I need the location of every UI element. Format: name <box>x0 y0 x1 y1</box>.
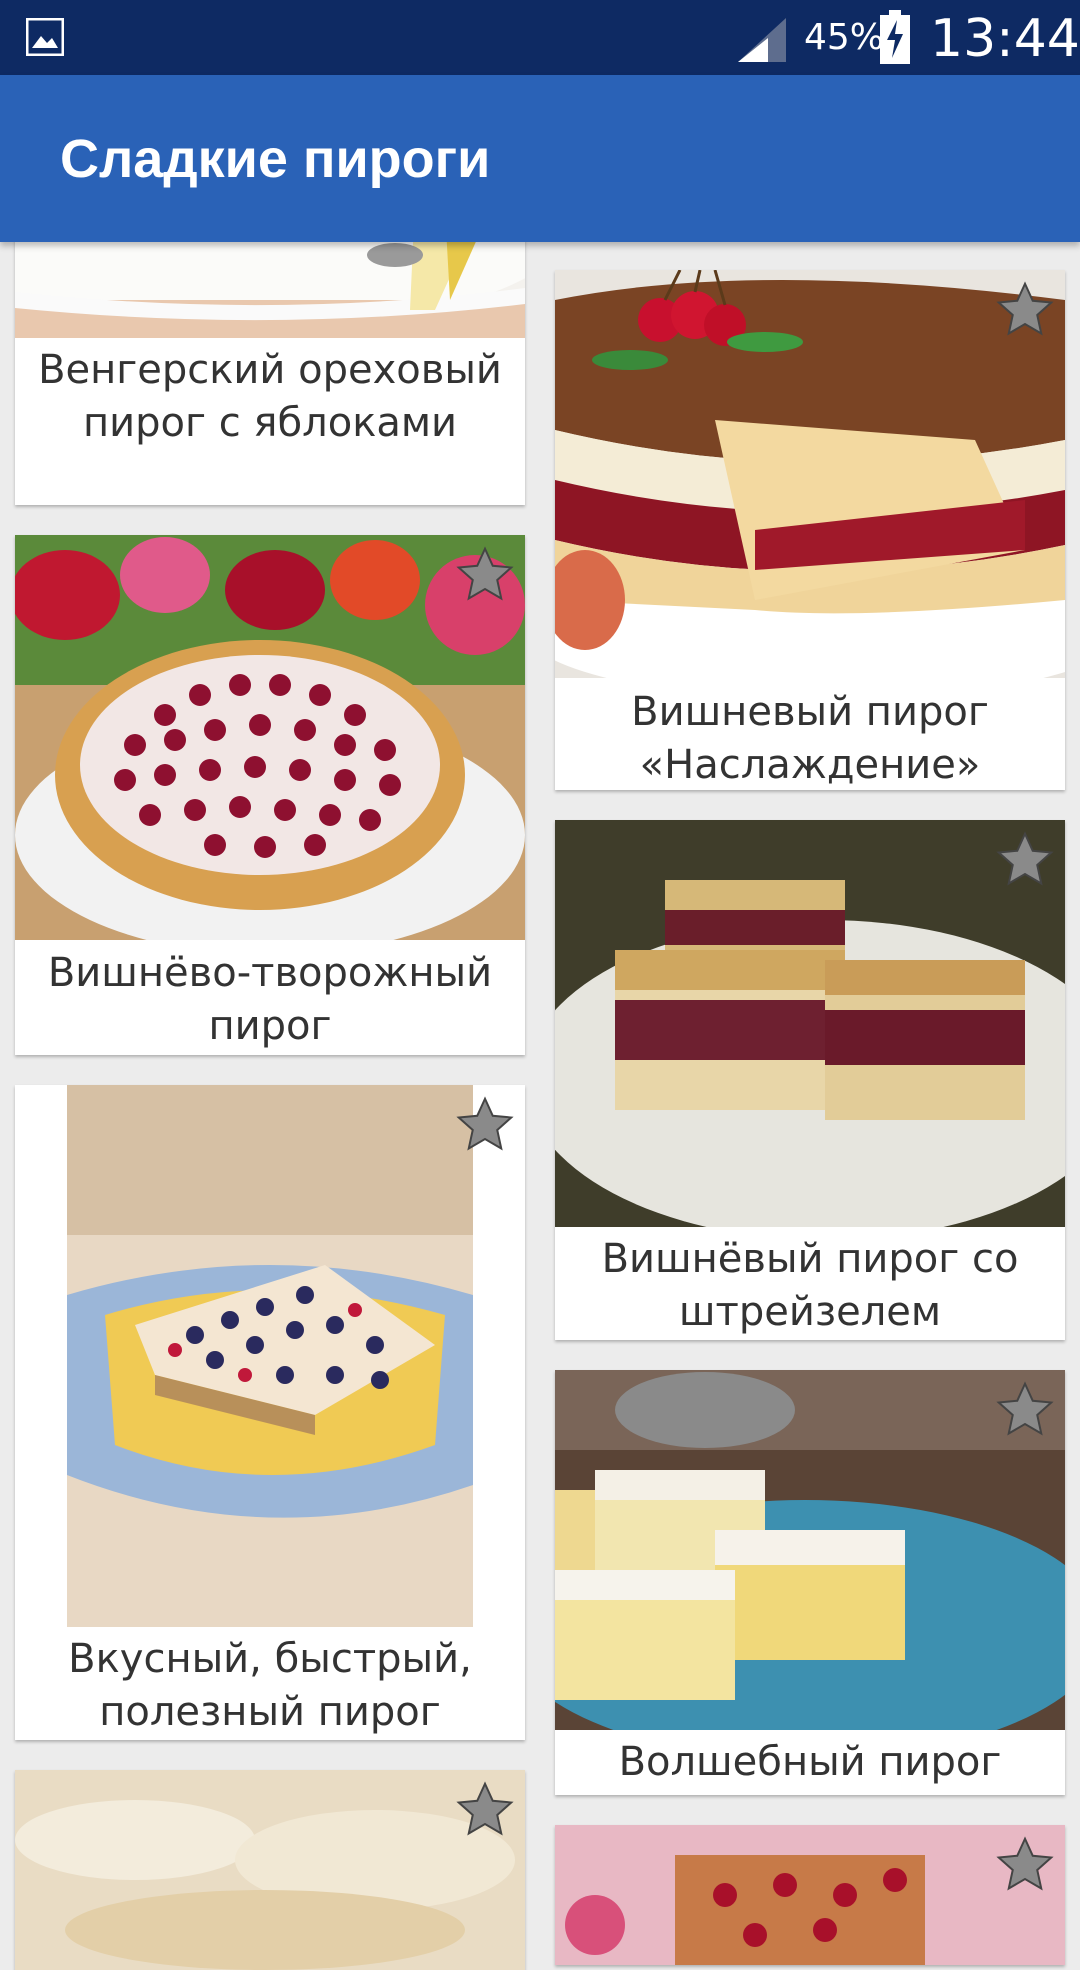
recipe-card[interactable]: Вкусный, быстрый, полезный пирог <box>15 1085 525 1740</box>
recipe-title: Вишнёвый пирог со штрейзелем <box>601 1236 1019 1335</box>
recipe-title: Венгерский ореховый пирог с яблоками <box>38 347 502 446</box>
recipe-image <box>555 820 1065 1227</box>
signal-icon <box>738 18 786 62</box>
favorite-star-icon[interactable] <box>995 280 1055 340</box>
recipe-title: Волшебный пирог <box>618 1739 1002 1785</box>
recipe-card[interactable]: Вишневый пирог «Наслаждение» <box>555 270 1065 790</box>
gallery-icon <box>26 18 64 56</box>
recipe-image <box>15 1770 525 1970</box>
recipe-image <box>15 1085 525 1627</box>
favorite-star-icon[interactable] <box>995 1380 1055 1440</box>
recipe-card[interactable] <box>15 1770 525 1970</box>
clock: 13:44 <box>930 9 1080 69</box>
favorite-star-icon[interactable] <box>455 545 515 605</box>
page-title: Сладкие пироги <box>60 129 491 189</box>
recipe-image <box>555 270 1065 678</box>
recipe-image <box>555 1825 1065 1965</box>
recipe-image <box>555 1370 1065 1730</box>
battery-charging-icon <box>880 10 910 64</box>
recipe-image <box>15 535 525 940</box>
battery-percent: 45% <box>804 17 885 58</box>
recipe-card[interactable]: Вишнёвый пирог со штрейзелем <box>555 820 1065 1340</box>
recipe-title: Вишневый пирог «Наслаждение» <box>631 689 989 788</box>
status-bar: 45% 13:44 <box>0 0 1080 75</box>
favorite-star-icon[interactable] <box>455 1780 515 1840</box>
app-bar: Сладкие пироги <box>0 75 1080 242</box>
recipe-card[interactable]: Вишнёво-творожный пирог <box>15 535 525 1055</box>
recipe-card[interactable] <box>555 1825 1065 1965</box>
favorite-star-icon[interactable] <box>995 1835 1055 1895</box>
recipe-card[interactable]: Волшебный пирог <box>555 1370 1065 1795</box>
favorite-star-icon[interactable] <box>995 830 1055 890</box>
recipe-title: Вкусный, быстрый, полезный пирог <box>68 1636 472 1735</box>
favorite-star-icon[interactable] <box>455 1095 515 1155</box>
recipe-title: Вишнёво-творожный пирог <box>47 950 493 1049</box>
recipe-card[interactable]: Венгерский ореховый пирог с яблоками <box>15 200 525 505</box>
